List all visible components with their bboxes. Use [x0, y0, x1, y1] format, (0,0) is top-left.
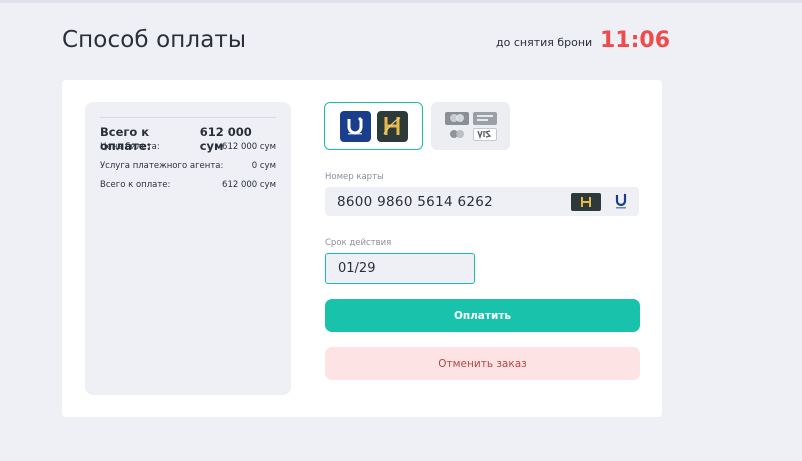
summary-row-label: Всего к оплате: [100, 180, 171, 190]
payment-method-international-cards[interactable] [431, 102, 510, 150]
payment-method-local-cards[interactable] [324, 102, 423, 150]
summary-row-value: 612 000 сум [222, 180, 276, 190]
humo-logo-icon [571, 193, 601, 211]
pay-button[interactable]: Оплатить [325, 299, 640, 332]
uzcard-logo-icon [339, 110, 371, 142]
visa-logo-icon [472, 127, 497, 141]
summary-row-value: 0 сум [251, 161, 276, 171]
expiry-input[interactable]: 01/29 [325, 253, 475, 284]
international-card-logos [444, 111, 497, 141]
cancel-order-button[interactable]: Отменить заказ [325, 347, 640, 380]
card-number-value: 8600 9860 5614 6262 [337, 193, 493, 210]
expiry-value: 01/29 [338, 261, 376, 276]
card-network-logo-icon [472, 111, 497, 125]
maestro-logo-icon [444, 127, 469, 141]
page-title: Способ оплаты [62, 27, 247, 53]
summary-row-value: 612 000 сум [222, 142, 276, 152]
summary-row-agent-fee: Услуга платежного агента: 0 сум [100, 161, 276, 171]
summary-row-label: Цена билета: [100, 142, 160, 152]
summary-row-ticket-price: Цена билета: 612 000 сум [100, 142, 276, 152]
summary-divider [100, 117, 276, 118]
mastercard-logo-icon [444, 111, 469, 125]
order-summary: Всего к оплате: 612 000 сум Цена билета:… [85, 102, 291, 395]
summary-row-label: Услуга платежного агента: [100, 161, 224, 171]
uzcard-logo-icon [612, 192, 630, 212]
card-number-label: Номер карты [325, 172, 384, 182]
payment-card: Всего к оплате: 612 000 сум Цена билета:… [62, 80, 662, 417]
reservation-timer-label: до снятия брони [496, 36, 593, 49]
summary-row-total: Всего к оплате: 612 000 сум [100, 180, 276, 190]
reservation-timer: 11:06 [600, 28, 671, 53]
expiry-label: Срок действия [325, 238, 392, 248]
top-bar [0, 0, 802, 3]
card-number-input[interactable]: 8600 9860 5614 6262 [325, 187, 639, 216]
humo-logo-icon [376, 110, 408, 142]
